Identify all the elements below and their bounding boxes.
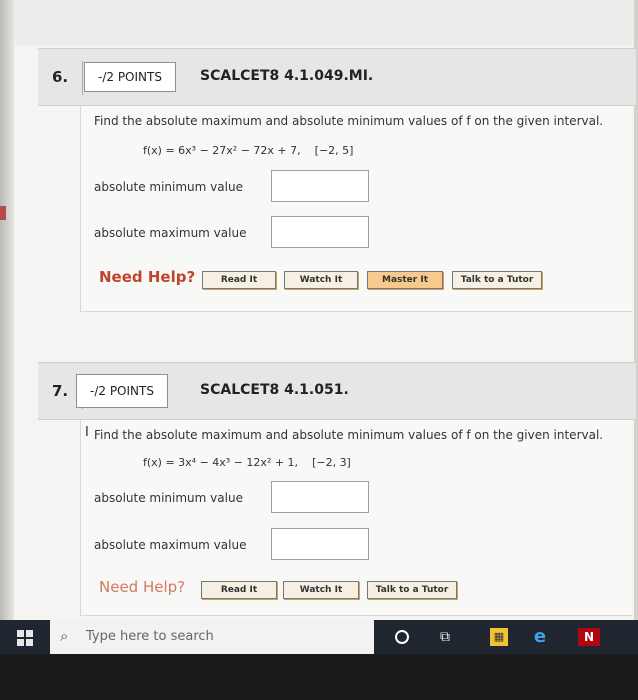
question-code: SCALCET8 4.1.051. <box>200 382 349 398</box>
windows-taskbar: ⌕ Type here to search ⧉ ▦ e N <box>0 620 638 654</box>
screen-bezel <box>0 0 14 654</box>
search-placeholder: Type here to search <box>86 629 214 644</box>
absolute-minimum-input[interactable] <box>271 481 369 513</box>
read-it-button[interactable]: Read It <box>201 581 277 599</box>
text-cursor-icon: I <box>85 425 89 440</box>
function-expression: f(x) = 6x³ − 27x² − 72x + 7, [−2, 5] <box>143 144 353 157</box>
read-it-button[interactable]: Read It <box>202 271 276 289</box>
need-help-label: Need Help? <box>99 268 196 286</box>
absolute-maximum-input[interactable] <box>271 528 369 560</box>
cortana-icon[interactable] <box>395 630 409 644</box>
question-7-body: I Find the absolute maximum and absolute… <box>80 420 632 616</box>
browser-viewport: 6. -/2 POINTS SCALCET8 4.1.049.MI. Find … <box>0 0 638 654</box>
store-icon[interactable]: ▦ <box>490 628 508 646</box>
search-icon: ⌕ <box>60 627 69 645</box>
min-label: absolute minimum value <box>94 180 243 194</box>
task-view-icon[interactable]: ⧉ <box>436 628 454 646</box>
taskbar-search-box[interactable]: ⌕ Type here to search <box>50 620 374 654</box>
interval-text: [−2, 5] <box>314 144 354 157</box>
max-label: absolute maximum value <box>94 538 247 552</box>
edge-marker <box>0 206 6 220</box>
points-badge: -/2 POINTS <box>84 62 176 92</box>
question-6-body: Find the absolute maximum and absolute m… <box>80 106 632 312</box>
absolute-maximum-input[interactable] <box>271 216 369 248</box>
function-text: f(x) = 3x⁴ − 4x³ − 12x² + 1, <box>143 456 299 469</box>
interval-text: [−2, 3] <box>312 456 351 469</box>
windows-start-icon[interactable] <box>17 630 33 646</box>
page-top-area <box>14 0 638 46</box>
function-expression: f(x) = 3x⁴ − 4x³ − 12x² + 1, [−2, 3] <box>143 456 351 469</box>
watch-it-button[interactable]: Watch It <box>283 581 359 599</box>
header-divider <box>82 61 83 95</box>
max-label: absolute maximum value <box>94 226 247 240</box>
talk-to-tutor-button[interactable]: Talk to a Tutor <box>452 271 542 289</box>
netflix-icon[interactable]: N <box>578 628 600 646</box>
question-code: SCALCET8 4.1.049.MI. <box>200 68 374 84</box>
need-help-label: Need Help? <box>99 578 186 596</box>
watch-it-button[interactable]: Watch It <box>284 271 358 289</box>
master-it-button[interactable]: Master It <box>367 271 443 289</box>
points-badge: -/2 POINTS <box>76 374 168 408</box>
min-label: absolute minimum value <box>94 491 243 505</box>
question-7-header: 7. -/2 POINTS SCALCET8 4.1.051. <box>38 362 636 420</box>
question-6-header: 6. -/2 POINTS SCALCET8 4.1.049.MI. <box>38 48 636 106</box>
talk-to-tutor-button[interactable]: Talk to a Tutor <box>367 581 457 599</box>
question-number: 6. <box>52 68 69 86</box>
function-text: f(x) = 6x³ − 27x² − 72x + 7, <box>143 144 301 157</box>
question-prompt: Find the absolute maximum and absolute m… <box>94 114 604 128</box>
edge-icon[interactable]: e <box>531 628 549 646</box>
question-number: 7. <box>52 382 69 400</box>
question-prompt: Find the absolute maximum and absolute m… <box>94 428 604 442</box>
absolute-minimum-input[interactable] <box>271 170 369 202</box>
